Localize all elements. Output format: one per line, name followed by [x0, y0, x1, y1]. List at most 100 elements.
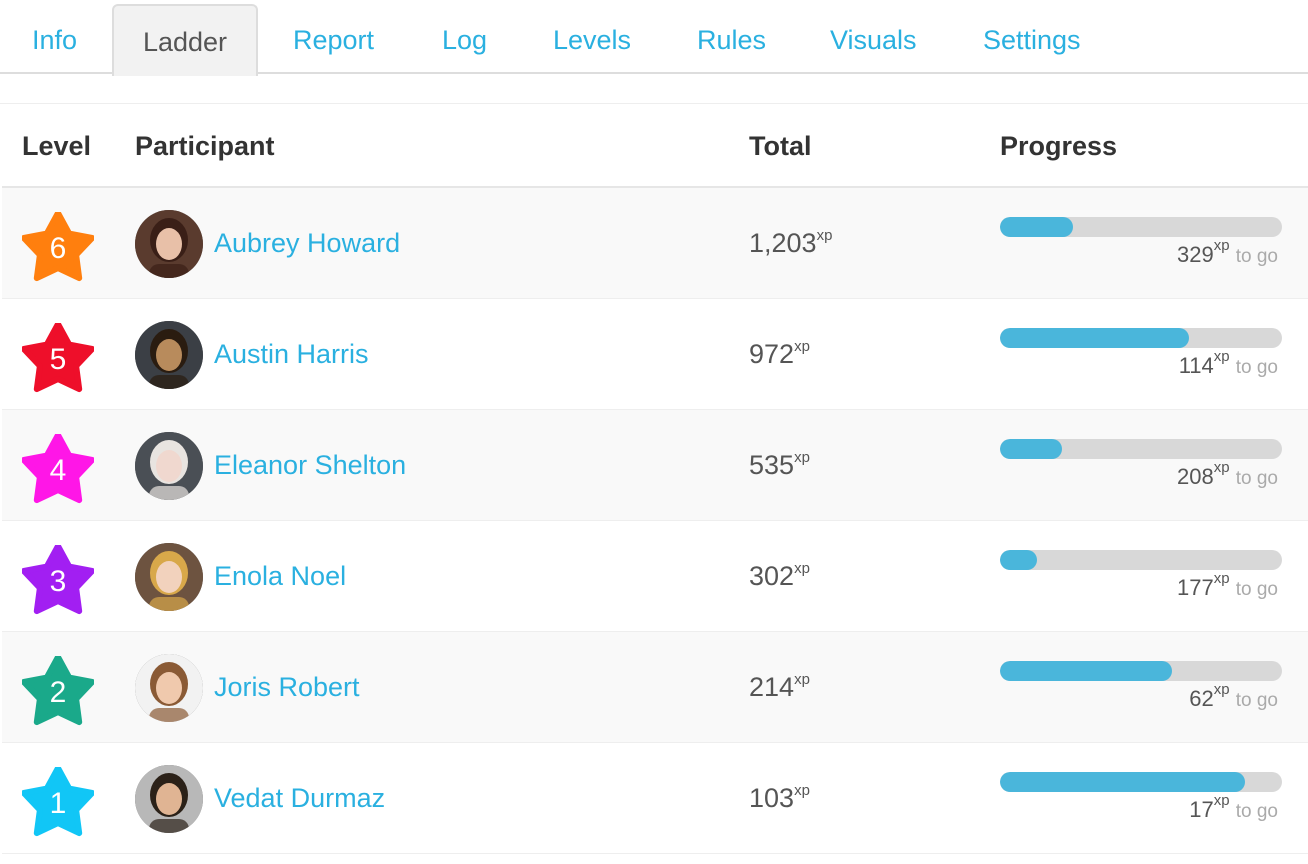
- xp-unit: xp: [794, 338, 810, 355]
- total-xp: 1,203xp: [749, 188, 832, 298]
- participant-name-link[interactable]: Vedat Durmaz: [214, 743, 385, 853]
- progress-fill: [1000, 661, 1173, 681]
- table-body: 6 Aubrey Howard 1,203xp 329xp to go 5 Au…: [2, 188, 1308, 854]
- total-value: 214: [749, 672, 795, 702]
- total-value: 972: [749, 339, 795, 369]
- ladder-table: Level Participant Total Progress 6 Aubre…: [2, 104, 1308, 854]
- progress-fill: [1000, 328, 1189, 348]
- table-row: 5 Austin Harris 972xp 114xp to go: [2, 299, 1308, 410]
- xp-to-go: 114xp to go: [1178, 348, 1278, 383]
- togo-label: to go: [1235, 468, 1278, 489]
- header-progress: Progress: [1000, 131, 1118, 161]
- togo-value: 208: [1177, 464, 1214, 489]
- total-value: 302: [749, 561, 795, 591]
- header-level: Level: [22, 131, 92, 161]
- table-row: 4 Eleanor Shelton 535xp 208xp to go: [2, 410, 1308, 521]
- header-participant: Participant: [135, 131, 275, 161]
- togo-label: to go: [1235, 579, 1278, 600]
- progress-bar: [1000, 661, 1282, 681]
- participant-name-link[interactable]: Joris Robert: [214, 632, 360, 742]
- level-star-icon: 6: [22, 212, 94, 282]
- xp-unit: xp: [794, 671, 810, 688]
- avatar: [135, 210, 203, 278]
- xp-unit: xp: [794, 449, 810, 466]
- progress-bar: [1000, 328, 1282, 348]
- table-row: 6 Aubrey Howard 1,203xp 329xp to go: [2, 188, 1308, 299]
- level-star-icon: 1: [22, 767, 94, 837]
- avatar: [135, 543, 203, 611]
- total-xp: 535xp: [749, 410, 810, 520]
- tab-log[interactable]: Log: [442, 4, 487, 76]
- togo-label: to go: [1235, 690, 1278, 711]
- total-value: 103: [749, 783, 795, 813]
- table-row: 1 Vedat Durmaz 103xp 17xp to go: [2, 743, 1308, 854]
- togo-label: to go: [1235, 246, 1278, 267]
- progress-bar: [1000, 217, 1282, 237]
- level-number: 6: [49, 232, 67, 265]
- total-xp: 302xp: [749, 521, 810, 631]
- avatar: [135, 321, 203, 389]
- xp-unit: xp: [1213, 348, 1230, 365]
- togo-value: 62: [1189, 686, 1214, 711]
- progress-bar: [1000, 439, 1282, 459]
- total-xp: 972xp: [749, 299, 810, 409]
- table-row: 2 Joris Robert 214xp 62xp to go: [2, 632, 1308, 743]
- total-value: 1,203: [749, 228, 817, 258]
- xp-to-go: 177xp to go: [1177, 570, 1278, 605]
- xp-unit: xp: [1213, 681, 1230, 698]
- togo-value: 114: [1178, 353, 1214, 378]
- progress-fill: [1000, 772, 1246, 792]
- xp-unit: xp: [1213, 792, 1230, 809]
- xp-unit: xp: [1213, 459, 1230, 476]
- total-xp: 214xp: [749, 632, 810, 742]
- avatar: [135, 432, 203, 500]
- avatar: [135, 654, 203, 722]
- tab-ladder[interactable]: Ladder: [112, 4, 258, 76]
- total-xp: 103xp: [749, 743, 810, 853]
- togo-value: 177: [1177, 575, 1214, 600]
- progress-bar: [1000, 550, 1282, 570]
- tab-info[interactable]: Info: [32, 4, 77, 76]
- participant-name-link[interactable]: Austin Harris: [214, 299, 369, 409]
- xp-to-go: 17xp to go: [1189, 792, 1278, 827]
- total-value: 535: [749, 450, 795, 480]
- xp-unit: xp: [794, 782, 810, 799]
- togo-value: 329: [1177, 242, 1214, 267]
- tab-bar: Info Ladder Report Log Levels Rules Visu…: [0, 0, 1308, 76]
- level-number: 3: [49, 565, 67, 598]
- header-total: Total: [749, 131, 812, 161]
- level-number: 1: [49, 787, 67, 820]
- tab-levels[interactable]: Levels: [553, 4, 631, 76]
- level-star-icon: 5: [22, 323, 94, 393]
- level-number: 4: [49, 454, 67, 487]
- avatar: [135, 765, 203, 833]
- xp-unit: xp: [1213, 570, 1230, 587]
- participant-name-link[interactable]: Enola Noel: [214, 521, 346, 631]
- participant-name-link[interactable]: Eleanor Shelton: [214, 410, 406, 520]
- xp-unit: xp: [794, 560, 810, 577]
- togo-label: to go: [1235, 357, 1278, 378]
- xp-to-go: 329xp to go: [1177, 237, 1278, 272]
- xp-to-go: 62xp to go: [1189, 681, 1278, 716]
- tab-visuals[interactable]: Visuals: [830, 4, 917, 76]
- togo-value: 17: [1189, 797, 1214, 822]
- tab-rules[interactable]: Rules: [697, 4, 766, 76]
- level-star-icon: 3: [22, 545, 94, 615]
- table-header: Level Participant Total Progress: [2, 104, 1308, 188]
- level-star-icon: 2: [22, 656, 94, 726]
- level-number: 2: [49, 676, 67, 709]
- participant-name-link[interactable]: Aubrey Howard: [214, 188, 400, 298]
- togo-label: to go: [1235, 801, 1278, 822]
- tab-report[interactable]: Report: [293, 4, 374, 76]
- xp-unit: xp: [816, 227, 833, 244]
- tab-settings[interactable]: Settings: [983, 4, 1081, 76]
- progress-fill: [1000, 439, 1063, 459]
- xp-to-go: 208xp to go: [1177, 459, 1278, 494]
- table-row: 3 Enola Noel 302xp 177xp to go: [2, 521, 1308, 632]
- level-star-icon: 4: [22, 434, 94, 504]
- xp-unit: xp: [1213, 237, 1230, 254]
- progress-bar: [1000, 772, 1282, 792]
- progress-fill: [1000, 550, 1037, 570]
- progress-fill: [1000, 217, 1074, 237]
- level-number: 5: [49, 343, 67, 376]
